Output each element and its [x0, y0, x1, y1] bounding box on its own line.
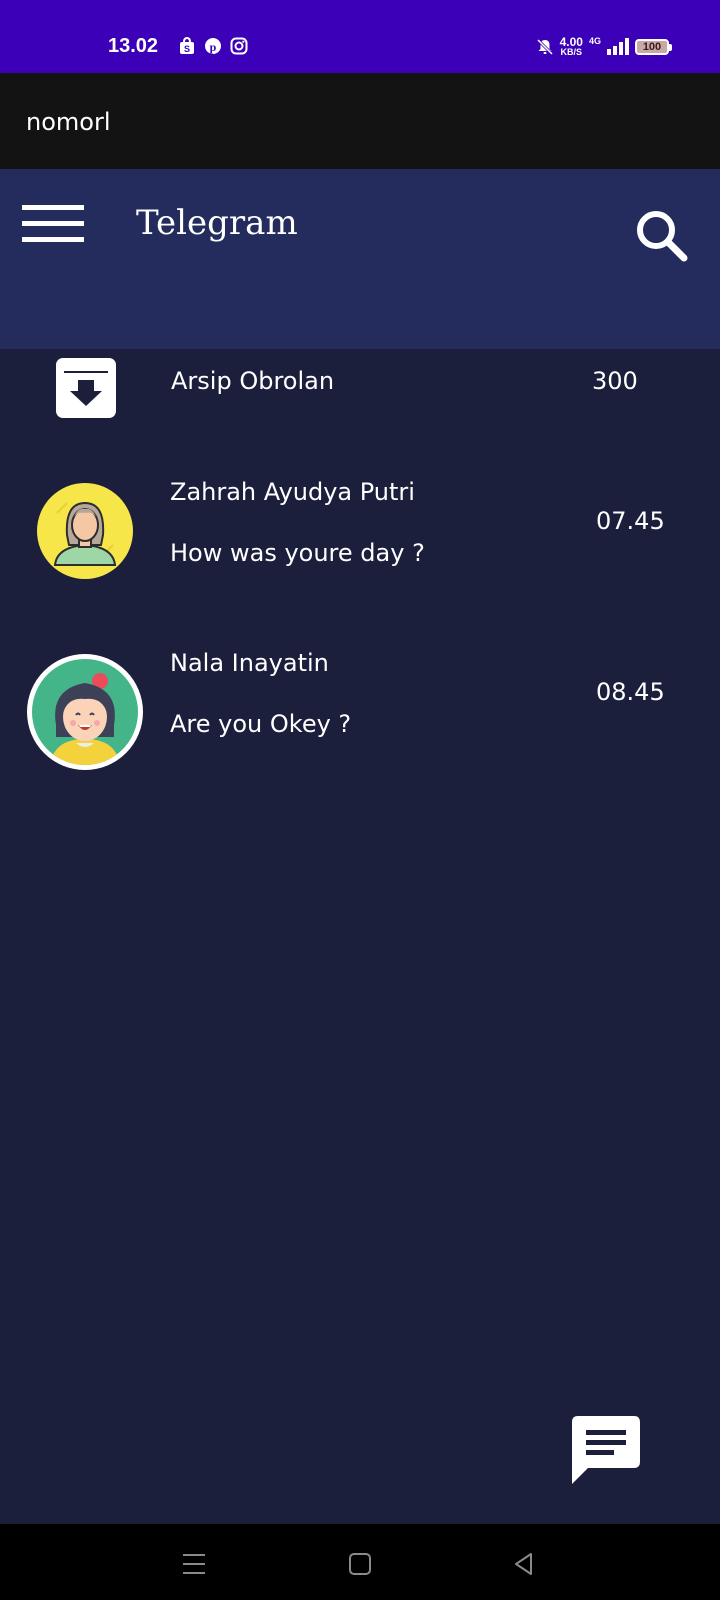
- avatar: [27, 654, 143, 770]
- instagram-icon: [230, 37, 248, 55]
- recent-apps-button[interactable]: [180, 1550, 208, 1578]
- chat-time: 08.45: [596, 678, 665, 706]
- archive-icon: [56, 358, 116, 418]
- app-title: nomorl: [26, 108, 111, 136]
- archive-count: 300: [592, 367, 638, 395]
- status-bar: 13.02 S p 4.00 KB/S 4G 100: [0, 0, 720, 73]
- chat-message: Are you Okey ?: [170, 710, 352, 738]
- chat-name: Nala Inayatin: [170, 649, 329, 677]
- menu-button[interactable]: [22, 205, 84, 245]
- svg-text:S: S: [184, 44, 190, 54]
- signal-icon: [607, 38, 629, 55]
- battery-icon: 100: [635, 39, 672, 55]
- toolbar: [0, 169, 720, 349]
- woman-avatar-icon: [53, 501, 117, 566]
- toolbar-title: Telegram: [136, 203, 298, 243]
- new-message-button[interactable]: [570, 1416, 642, 1484]
- mute-icon: [536, 38, 553, 56]
- network-type: 4G: [588, 36, 601, 46]
- girl-avatar-icon: [50, 673, 120, 765]
- menu-icon: [22, 205, 84, 210]
- svg-text:p: p: [210, 40, 217, 54]
- chat-message: How was youre day ?: [170, 539, 425, 567]
- pinterest-icon: p: [205, 38, 221, 54]
- battery-level: 100: [642, 41, 662, 53]
- net-speed-value: 4.00: [559, 35, 583, 49]
- status-time: 13.02: [108, 35, 159, 57]
- net-speed-unit: KB/S: [560, 47, 583, 57]
- net-speed: 4.00 KB/S: [559, 35, 583, 57]
- search-icon[interactable]: [634, 208, 690, 264]
- back-button[interactable]: [510, 1550, 538, 1578]
- shop-icon: S: [180, 37, 194, 54]
- avatar: [37, 483, 133, 579]
- home-button[interactable]: [346, 1550, 374, 1578]
- archive-label: Arsip Obrolan: [171, 367, 335, 395]
- system-icons: 4.00 KB/S 4G 100: [536, 35, 672, 57]
- notification-icons: S p: [178, 37, 248, 55]
- chat-time: 07.45: [596, 507, 665, 535]
- chat-name: Zahrah Ayudya Putri: [170, 478, 415, 506]
